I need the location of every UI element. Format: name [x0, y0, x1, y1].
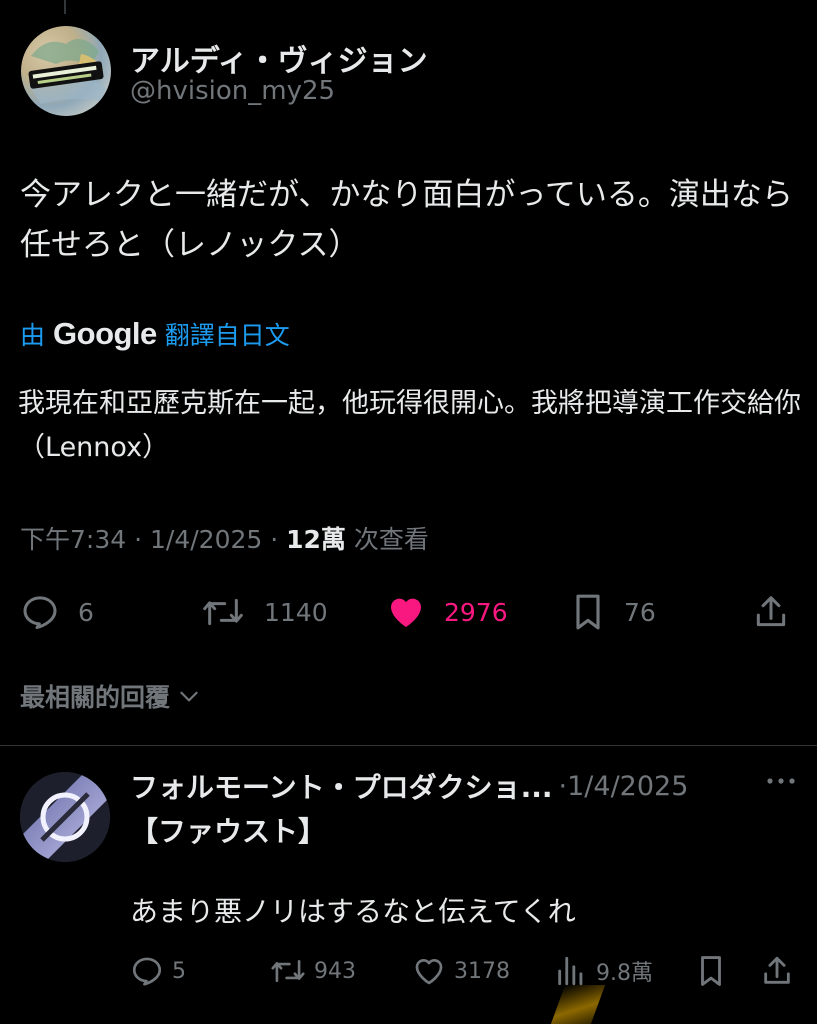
- reply-icon: [23, 596, 57, 629]
- reply-header: フォルモーント・プロダクショ... · 1/4/2025: [130, 766, 688, 806]
- heart-icon: [415, 958, 443, 985]
- heart-filled-icon: [391, 598, 421, 627]
- more-horizontal-icon: [767, 778, 795, 784]
- reply-avatar-logo-icon: [20, 772, 110, 862]
- reply-view-count: 9.8萬: [596, 961, 653, 986]
- share-icon: [756, 596, 786, 627]
- google-logo: Google: [53, 316, 157, 351]
- reply-avatar[interactable]: [20, 772, 110, 862]
- translation-source-label[interactable]: 翻譯自日文: [165, 316, 290, 352]
- post-actions: 6 1140 2976 76: [0, 584, 817, 640]
- repost-icon: [271, 959, 305, 983]
- reply-icon: [132, 957, 162, 986]
- bookmark-icon: [576, 594, 600, 630]
- analytics-icon: [558, 956, 583, 986]
- translation-prefix: 由: [20, 321, 46, 350]
- post-date[interactable]: 1/4/2025: [150, 525, 262, 554]
- share-button[interactable]: [752, 584, 790, 640]
- replies-sort-dropdown[interactable]: 最相關的回覆: [20, 678, 202, 714]
- author-name[interactable]: アルディ・ヴィジョン: [130, 36, 428, 80]
- reply-count: 6: [78, 597, 94, 627]
- author-handle[interactable]: @hvision_my25: [130, 76, 335, 106]
- bookmark-count: 76: [624, 597, 656, 627]
- post-meta: 下午7:34 · 1/4/2025 · 12萬 次查看: [20, 520, 429, 556]
- translation-attribution[interactable]: 由 Google 翻譯自日文: [20, 316, 290, 352]
- reply-button[interactable]: 6: [20, 584, 94, 640]
- reply-subtitle: 【ファウスト】: [130, 815, 327, 848]
- more-options-button[interactable]: [765, 770, 797, 795]
- reply-reply-button[interactable]: 5: [130, 946, 186, 996]
- reply-share-button[interactable]: [760, 946, 794, 996]
- reply-like-button[interactable]: 3178: [412, 946, 510, 996]
- reply-bookmark-button[interactable]: [696, 946, 726, 996]
- reply-like-count: 3178: [454, 958, 510, 984]
- like-count: 2976: [444, 597, 508, 627]
- reply-author-name[interactable]: フォルモーント・プロダクショ...: [130, 766, 553, 806]
- view-count[interactable]: 12萬: [286, 525, 346, 554]
- reply-meta-dot: ·: [558, 770, 568, 802]
- meta-dot: ·: [134, 525, 150, 554]
- repost-button[interactable]: 1140: [200, 584, 328, 640]
- post-text: 今アレクと一緒だが、かなり面白がっている。演出なら任せろと（レノックス）: [20, 177, 793, 263]
- reply-repost-count: 943: [314, 958, 356, 984]
- reply-repost-button[interactable]: 943: [270, 946, 356, 996]
- meta-dot: ·: [270, 525, 287, 554]
- share-icon: [764, 956, 790, 984]
- like-button[interactable]: 2976: [386, 584, 508, 640]
- post-time[interactable]: 下午7:34: [20, 525, 126, 554]
- thread-line: [64, 0, 66, 14]
- reply-date[interactable]: 1/4/2025: [567, 771, 688, 802]
- translated-text: 我現在和亞歷克斯在一起，他玩得很開心。我將把導演工作交給你（Lennox）: [18, 388, 801, 463]
- repost-count: 1140: [264, 597, 328, 627]
- reply-reply-count: 5: [172, 958, 186, 984]
- chevron-down-icon: [180, 691, 198, 702]
- reply-actions: 5 943 3178 9.8萬: [0, 946, 817, 996]
- view-label: 次查看: [353, 525, 429, 554]
- avatar[interactable]: [21, 26, 111, 116]
- bookmark-icon: [701, 956, 721, 986]
- bookmark-button[interactable]: 76: [570, 584, 656, 640]
- reply-text: あまり悪ノリはするなと伝えてくれ: [130, 895, 576, 928]
- replies-sort-label: 最相關的回覆: [20, 683, 171, 712]
- avatar-logo-icon: [28, 38, 106, 104]
- repost-icon: [203, 598, 243, 626]
- divider: [0, 745, 817, 746]
